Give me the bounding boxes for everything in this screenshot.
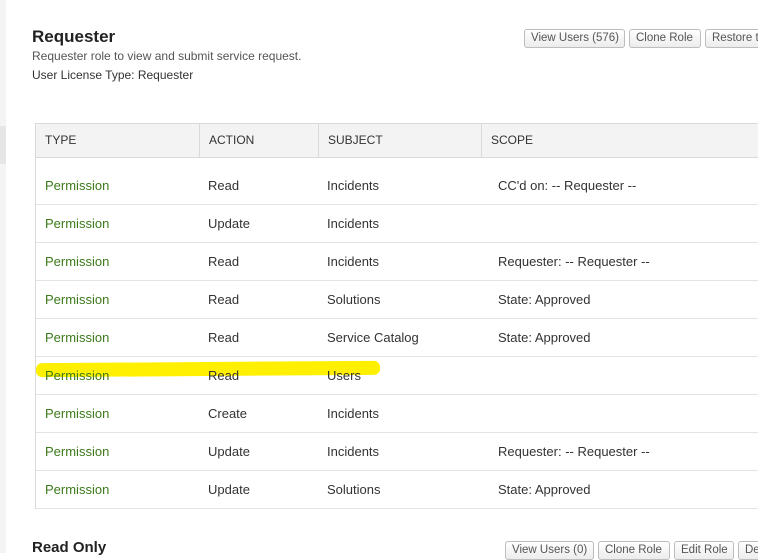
next-role-title: Read Only: [32, 539, 107, 556]
restore-button[interactable]: Restore t: [705, 29, 758, 48]
header-type[interactable]: TYPE: [36, 124, 199, 157]
next-view-users-button[interactable]: View Users (0): [505, 541, 594, 560]
cell-action: Create: [208, 406, 248, 421]
table-row: Permission Update Incidents Requester: -…: [36, 433, 758, 471]
table-row: Permission Read Incidents CC'd on: -- Re…: [36, 167, 758, 205]
header-scope[interactable]: SCOPE: [481, 124, 758, 157]
table-row: Permission Update Incidents: [36, 205, 758, 243]
cell-type: Permission: [45, 330, 110, 345]
cell-type: Permission: [45, 254, 110, 269]
cell-action: Read: [208, 368, 240, 383]
table-header: TYPE ACTION SUBJECT SCOPE: [36, 124, 758, 158]
cell-action: Update: [208, 216, 250, 231]
cell-subject: Incidents: [327, 406, 380, 421]
cell-subject: Incidents: [327, 178, 380, 193]
cell-action: Update: [208, 444, 250, 459]
table-row: Permission Create Incidents: [36, 395, 758, 433]
header-subject[interactable]: SUBJECT: [318, 124, 481, 157]
cell-scope: State: Approved: [498, 330, 591, 345]
cell-type: Permission: [45, 444, 110, 459]
role-license-type: User License Type: Requester: [32, 68, 194, 82]
role-description: Requester role to view and submit servic…: [32, 49, 302, 63]
cell-type: Permission: [45, 216, 110, 231]
cell-subject: Solutions: [327, 292, 381, 307]
cell-type: Permission: [45, 482, 110, 497]
sidebar-active-marker: [0, 126, 6, 164]
cell-action: Read: [208, 254, 240, 269]
cell-action: Read: [208, 292, 240, 307]
table-row-highlighted: Permission Read Users: [35, 357, 758, 395]
cell-type: Permission: [45, 406, 110, 421]
cell-subject: Users: [327, 368, 361, 383]
table-row: Permission Read Solutions State: Approve…: [36, 281, 758, 319]
cell-action: Update: [208, 482, 250, 497]
cell-type: Permission: [45, 368, 110, 383]
header-action[interactable]: ACTION: [199, 124, 318, 157]
next-delete-button[interactable]: De: [738, 541, 758, 560]
cell-action: Read: [208, 178, 240, 193]
table-body: Permission Read Incidents CC'd on: -- Re…: [35, 158, 758, 509]
table-row: Permission Read Incidents Requester: -- …: [36, 243, 758, 281]
table-row: Permission Read Service Catalog State: A…: [36, 319, 758, 357]
cell-subject: Incidents: [327, 444, 380, 459]
cell-scope: State: Approved: [498, 292, 591, 307]
view-users-button[interactable]: View Users (576): [524, 29, 625, 48]
cell-scope: State: Approved: [498, 482, 591, 497]
clone-role-button[interactable]: Clone Role: [629, 29, 701, 48]
cell-type: Permission: [45, 292, 110, 307]
next-clone-role-button[interactable]: Clone Role: [598, 541, 670, 560]
cell-scope: CC'd on: -- Requester --: [498, 178, 637, 193]
cell-subject: Incidents: [327, 254, 380, 269]
cell-scope: Requester: -- Requester --: [498, 444, 650, 459]
cell-scope: Requester: -- Requester --: [498, 254, 650, 269]
cell-subject: Incidents: [327, 216, 380, 231]
role-title: Requester: [32, 27, 116, 46]
cell-subject: Solutions: [327, 482, 381, 497]
permissions-table: TYPE ACTION SUBJECT SCOPE Permission Rea…: [35, 123, 758, 509]
table-row: Permission Update Solutions State: Appro…: [36, 471, 758, 509]
cell-action: Read: [208, 330, 240, 345]
next-edit-role-button[interactable]: Edit Role: [674, 541, 734, 560]
cell-type: Permission: [45, 178, 110, 193]
cell-subject: Service Catalog: [327, 330, 419, 345]
left-sidebar-edge: [0, 0, 6, 553]
